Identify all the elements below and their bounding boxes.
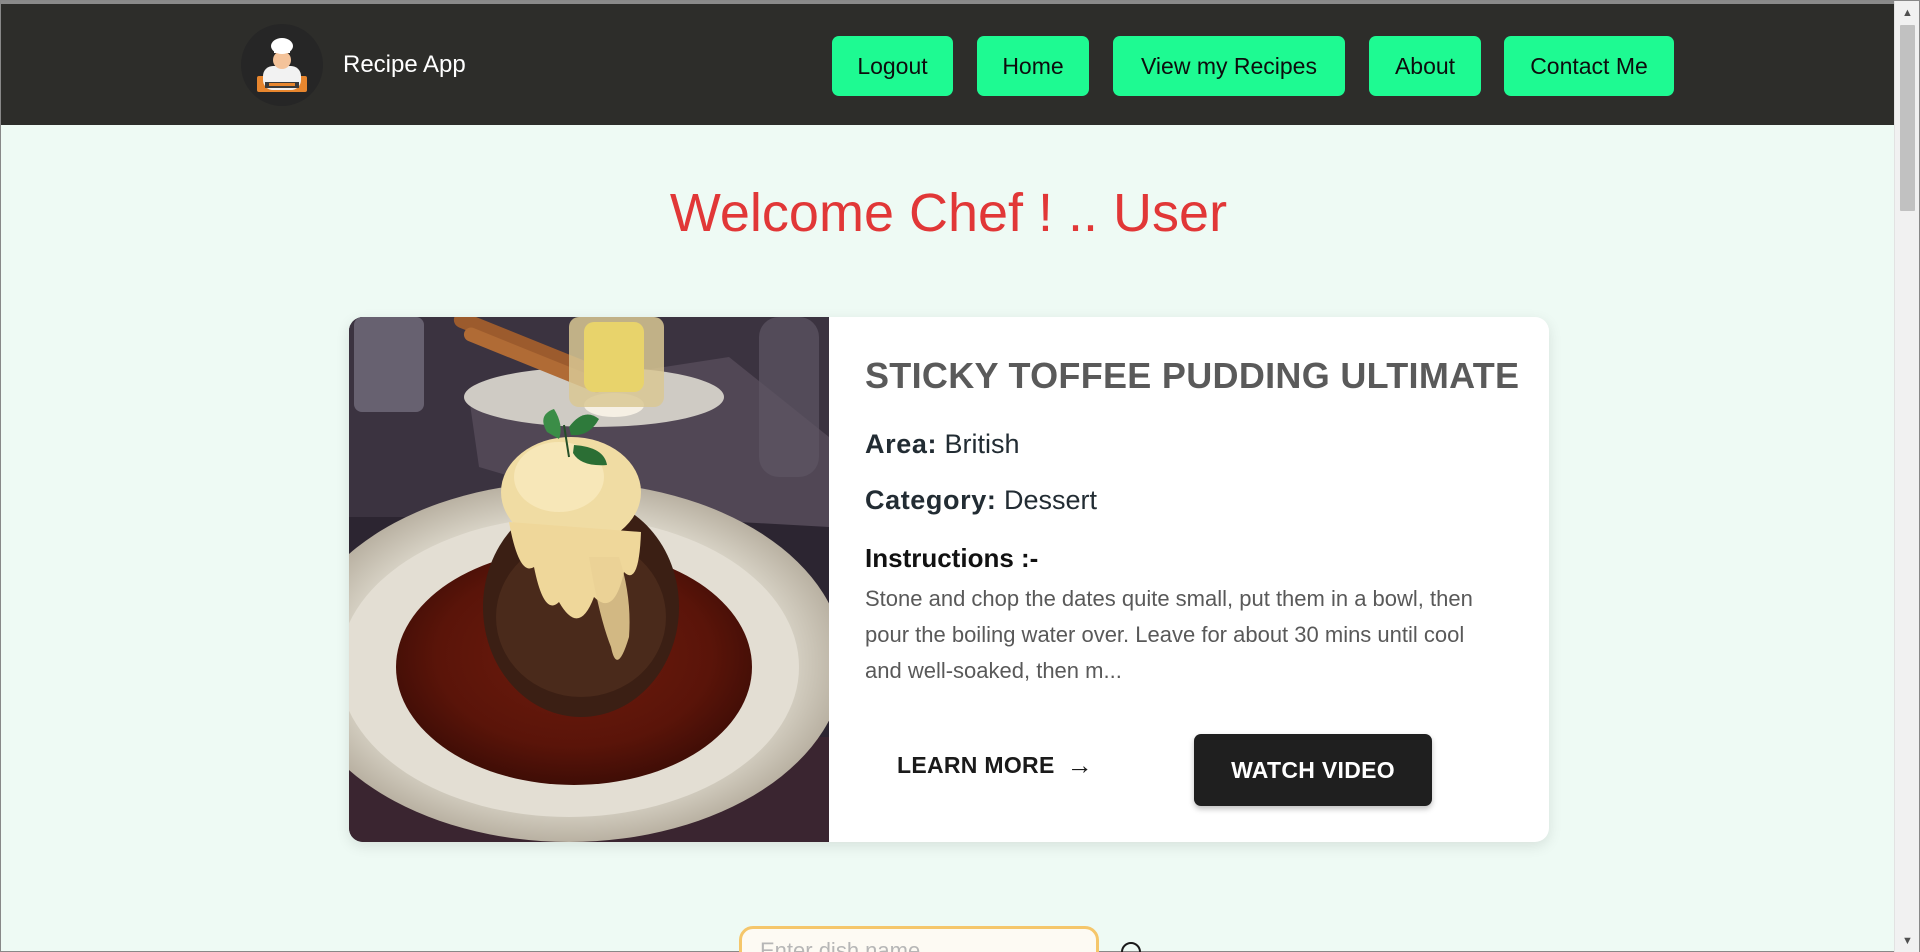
scrollbar-thumb[interactable] bbox=[1900, 25, 1915, 211]
search-icon[interactable] bbox=[1120, 941, 1146, 952]
instructions-text: Stone and chop the dates quite small, pu… bbox=[865, 586, 1473, 683]
category-value: Dessert bbox=[1003, 485, 1097, 515]
arrow-right-icon: → bbox=[1066, 749, 1093, 780]
recipe-category: Category: Dessert bbox=[865, 485, 1097, 516]
welcome-heading: Welcome Chef ! .. User bbox=[669, 183, 1228, 243]
area-value: British bbox=[944, 429, 1020, 459]
scroll-down-icon[interactable]: ▼ bbox=[1895, 931, 1920, 951]
chef-logo-icon[interactable] bbox=[241, 24, 323, 106]
logout-button[interactable]: Logout bbox=[832, 36, 953, 96]
navbar: Recipe App Logout Home View my Recipes A… bbox=[1, 1, 1896, 125]
home-button[interactable]: Home bbox=[977, 36, 1089, 96]
recipe-area: Area: British bbox=[865, 429, 1020, 460]
watch-video-button[interactable]: WATCH VIDEO bbox=[1194, 734, 1432, 806]
contact-me-button[interactable]: Contact Me bbox=[1504, 36, 1674, 96]
area-label: Area: bbox=[865, 429, 938, 459]
recipe-image bbox=[349, 317, 829, 842]
learn-more-label: LEARN MORE bbox=[897, 751, 1055, 778]
search-input[interactable] bbox=[739, 926, 1099, 952]
recipe-card: STICKY TOFFEE PUDDING ULTIMATE Area: Bri… bbox=[349, 317, 1549, 842]
page-scrollbar[interactable]: ▲ ▼ bbox=[1894, 1, 1919, 952]
learn-more-link[interactable]: LEARN MORE → bbox=[897, 743, 1093, 787]
instructions-heading: Instructions :- bbox=[865, 543, 1039, 573]
scroll-up-icon[interactable]: ▲ bbox=[1895, 3, 1920, 23]
brand-name[interactable]: Recipe App bbox=[343, 51, 466, 79]
view-my-recipes-button[interactable]: View my Recipes bbox=[1113, 36, 1345, 96]
recipe-title: STICKY TOFFEE PUDDING ULTIMATE bbox=[865, 355, 1520, 396]
about-button[interactable]: About bbox=[1369, 36, 1481, 96]
brand[interactable]: Recipe App bbox=[241, 24, 466, 106]
category-label: Category: bbox=[865, 485, 997, 515]
